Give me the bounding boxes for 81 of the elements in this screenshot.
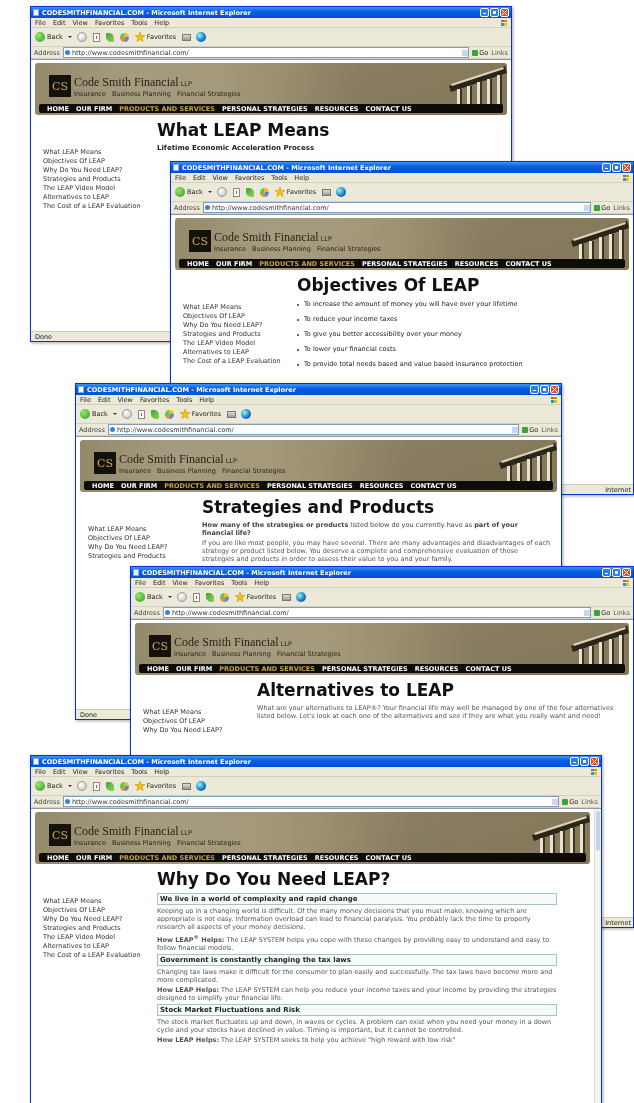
globe-icon[interactable] (336, 187, 347, 197)
caret-icon[interactable] (67, 785, 72, 787)
stop-button[interactable] (91, 31, 101, 43)
minimize-button[interactable] (602, 568, 611, 577)
home-button[interactable] (118, 780, 130, 792)
globe-icon[interactable] (196, 32, 207, 42)
home-button[interactable] (163, 408, 175, 420)
globe-icon[interactable] (196, 781, 207, 791)
columns-drawing (571, 221, 629, 259)
printer-button[interactable] (181, 780, 193, 792)
refresh-button[interactable] (104, 780, 115, 792)
windows-logo-icon (623, 174, 629, 181)
home-button[interactable] (258, 186, 270, 198)
columns-drawing (532, 815, 590, 853)
refresh-button[interactable] (104, 31, 115, 43)
columns-drawing (571, 626, 629, 664)
home-button[interactable] (218, 591, 230, 603)
logo-monogram: CS (189, 230, 211, 252)
star-icon (134, 781, 145, 791)
maximize-button[interactable] (490, 8, 499, 17)
minimize-button[interactable] (602, 163, 611, 172)
printer-button[interactable] (181, 31, 193, 43)
minimize-button[interactable] (530, 385, 539, 394)
close-button[interactable] (590, 757, 599, 766)
printer-button[interactable] (226, 408, 238, 420)
windows-logo-icon (551, 396, 557, 403)
refresh-button[interactable] (204, 591, 215, 603)
close-button[interactable] (622, 163, 631, 172)
logo-monogram: CS (49, 824, 71, 846)
refresh-button[interactable] (244, 186, 255, 198)
page-icon (33, 9, 39, 16)
windows-logo-icon (501, 19, 507, 26)
columns-drawing (449, 66, 507, 104)
stop-button[interactable] (231, 186, 241, 198)
company-name: Code Smith Financial (119, 451, 224, 467)
page-heading: Strategies and Products (202, 497, 436, 517)
star-icon (134, 32, 145, 42)
star-icon (274, 187, 285, 197)
globe-icon[interactable] (296, 592, 307, 602)
caret-icon[interactable] (207, 191, 212, 193)
printer-button[interactable] (321, 186, 333, 198)
minimize-button[interactable] (570, 757, 579, 766)
maximize-button[interactable] (612, 163, 621, 172)
logo-monogram: CS (94, 452, 116, 474)
windows-logo-icon (623, 579, 629, 586)
caret-icon[interactable] (167, 596, 172, 598)
close-button[interactable] (622, 568, 631, 577)
scrollbar[interactable] (594, 809, 601, 1103)
logo-monogram: CS (149, 635, 171, 657)
page-heading: Objectives Of LEAP (297, 275, 481, 295)
windows-logo-icon (591, 768, 597, 775)
page-heading: Why Do You Need LEAP? (157, 869, 392, 889)
caret-icon[interactable] (112, 413, 117, 415)
maximize-button[interactable] (580, 757, 589, 766)
page-icon (133, 569, 139, 576)
company-name: Code Smith Financial (74, 74, 179, 90)
page-heading: Alternatives to LEAP (257, 680, 455, 700)
company-name: Code Smith Financial (174, 634, 279, 650)
caret-icon[interactable] (67, 36, 72, 38)
page-heading: What LEAP Means (157, 120, 331, 140)
star-icon (179, 409, 190, 419)
maximize-button[interactable] (612, 568, 621, 577)
page-icon (33, 758, 39, 765)
minimize-button[interactable] (480, 8, 489, 17)
stop-button[interactable] (136, 408, 146, 420)
printer-button[interactable] (281, 591, 293, 603)
stop-button[interactable] (91, 780, 101, 792)
company-name: Code Smith Financial (74, 823, 179, 839)
globe-icon[interactable] (241, 409, 252, 419)
page-icon (173, 164, 179, 171)
close-button[interactable] (500, 8, 509, 17)
close-button[interactable] (550, 385, 559, 394)
columns-drawing (499, 443, 557, 481)
page-icon (78, 386, 84, 393)
home-button[interactable] (118, 31, 130, 43)
company-name: Code Smith Financial (214, 229, 319, 245)
star-icon (234, 592, 245, 602)
maximize-button[interactable] (540, 385, 549, 394)
stop-button[interactable] (191, 591, 201, 603)
refresh-button[interactable] (149, 408, 160, 420)
logo-monogram: CS (49, 75, 71, 97)
